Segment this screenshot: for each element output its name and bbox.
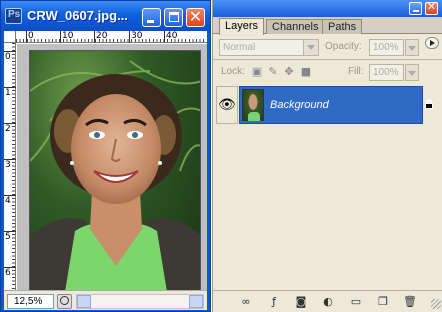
palette-tabs: Layers Channels Paths — [213, 17, 442, 49]
ruler-label: 2 — [5, 124, 11, 134]
chevron-down-icon — [408, 71, 416, 76]
ruler-major-tick — [94, 31, 95, 43]
lock-label: Lock: — [221, 66, 245, 77]
ruler-major-tick — [60, 31, 61, 43]
layer-visibility-toggle[interactable]: 👁 — [216, 86, 238, 124]
tab-layers[interactable]: Layers — [219, 18, 265, 35]
ruler-label: 0 — [5, 52, 11, 62]
folder-icon[interactable]: ▭ — [349, 296, 363, 308]
document-body: 0 10 20 30 40 0 1 2 3 4 5 6 12,5% — [4, 31, 207, 310]
adjustment-layer-icon[interactable]: ◐ — [321, 296, 335, 308]
layer-row[interactable]: 👁 Background — [213, 86, 442, 124]
blend-options-row: Normal Opacity: 100% — [213, 35, 442, 59]
vertical-ruler[interactable]: 0 1 2 3 4 5 6 — [4, 43, 16, 290]
ruler-label: 5 — [5, 232, 11, 242]
ruler-major-tick — [164, 31, 165, 43]
brush-icon[interactable]: ✎ — [267, 66, 279, 78]
maximize-icon — [169, 12, 179, 22]
layers-list: 👁 Background — [213, 84, 442, 290]
new-layer-icon[interactable]: ❐ — [376, 296, 390, 308]
scroll-right-arrow[interactable] — [189, 295, 203, 308]
chevron-down-icon — [303, 40, 318, 55]
link-icon[interactable]: ∞ — [239, 296, 253, 308]
ruler-label: 20 — [96, 31, 108, 41]
layer-item-background[interactable]: Background — [239, 86, 433, 124]
photoshop-doc-icon[interactable]: Ps — [5, 8, 22, 24]
horizontal-scrollbar[interactable] — [76, 294, 204, 309]
ruler-label: 4 — [5, 196, 11, 206]
ruler-origin[interactable] — [4, 31, 16, 43]
zoom-level-field[interactable]: 12,5% — [7, 294, 54, 309]
palette-titlebar[interactable]: ✕ — [213, 0, 442, 17]
layers-palette: ✕ Layers Channels Paths Normal Opacity: … — [212, 0, 442, 312]
palette-bottom-bar: ∞ ƒ ◙ ◐ ▭ ❐ 🗑 — [213, 290, 442, 312]
ruler-label: 3 — [5, 160, 11, 170]
layer-name: Background — [270, 99, 329, 111]
lock-options-row: Lock: ▣ ✎ ✥ ■ Fill: 100% — [213, 60, 442, 84]
move-icon[interactable]: ✥ — [283, 66, 295, 78]
close-icon: ✕ — [188, 7, 203, 26]
ruler-label: 6 — [5, 268, 11, 278]
ruler-label: 30 — [131, 31, 143, 41]
fill-field[interactable]: 100% — [369, 64, 404, 81]
document-window: Ps CRW_0607.jpg... ✕ 0 10 20 30 40 0 1 2… — [0, 0, 211, 312]
scroll-left-arrow[interactable] — [77, 295, 91, 308]
ruler-label: 1 — [5, 88, 11, 98]
maximize-button[interactable] — [164, 8, 183, 27]
status-info-button[interactable] — [57, 294, 72, 309]
document-titlebar[interactable]: Ps CRW_0607.jpg... ✕ — [1, 1, 210, 31]
ruler-major-tick — [26, 31, 27, 43]
canvas-area[interactable] — [17, 44, 207, 290]
lock-transparent-icon[interactable]: ▣ — [251, 66, 263, 78]
tab-paths[interactable]: Paths — [322, 19, 363, 34]
ruler-major-tick — [129, 31, 130, 43]
document-image[interactable] — [29, 50, 201, 290]
desktop: Ps CRW_0607.jpg... ✕ 0 10 20 30 40 0 1 2… — [0, 0, 442, 312]
lock-icon[interactable]: ■ — [300, 66, 312, 78]
ruler-label: 40 — [166, 31, 178, 41]
palette-close-button[interactable]: ✕ — [425, 0, 438, 15]
ruler-label: 10 — [62, 31, 74, 41]
minimize-icon — [147, 20, 154, 23]
document-status-bar: 12,5% — [4, 290, 207, 310]
blend-mode-value: Normal — [223, 42, 256, 53]
close-button[interactable]: ✕ — [186, 7, 205, 27]
layer-thumbnail — [242, 89, 264, 121]
info-icon — [60, 296, 69, 305]
document-title: CRW_0607.jpg... — [27, 8, 128, 23]
ruler-label: 0 — [28, 31, 34, 41]
portrait-photo — [30, 60, 200, 290]
tab-channels[interactable]: Channels — [266, 19, 325, 34]
opacity-dropdown[interactable] — [405, 39, 419, 56]
eye-icon: 👁 — [218, 97, 236, 113]
close-icon: ✕ — [426, 0, 437, 13]
mask-icon[interactable]: ◙ — [294, 296, 308, 308]
palette-minimize-button[interactable] — [409, 2, 422, 15]
fill-label: Fill: — [348, 66, 364, 77]
minimize-icon — [413, 10, 419, 12]
chevron-down-icon — [408, 46, 416, 51]
opacity-label: Opacity: — [325, 41, 362, 52]
opacity-field[interactable]: 100% — [369, 39, 404, 56]
trash-icon[interactable]: 🗑 — [403, 296, 417, 308]
blend-mode-select[interactable]: Normal — [219, 39, 319, 56]
minimize-button[interactable] — [142, 8, 161, 27]
lock-icon — [424, 99, 433, 109]
resize-grip[interactable] — [431, 299, 441, 309]
horizontal-ruler[interactable]: 0 10 20 30 40 — [16, 31, 207, 43]
layer-style-icon[interactable]: ƒ — [267, 296, 281, 308]
fill-dropdown[interactable] — [405, 64, 419, 81]
